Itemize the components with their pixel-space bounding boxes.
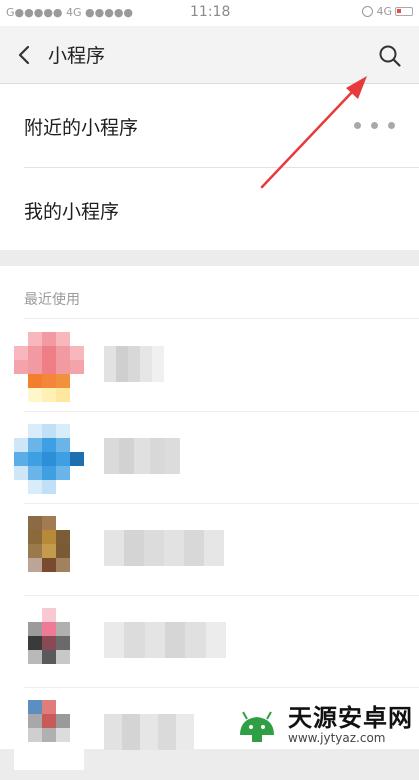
- watermark-title: 天源安卓网: [288, 704, 413, 732]
- my-mini-programs-label: 我的小程序: [24, 201, 120, 223]
- alarm-icon: [362, 6, 374, 17]
- status-right: 4G: [362, 5, 413, 18]
- app-icon-pixelated: [14, 424, 84, 494]
- recent-header: 最近使用: [24, 292, 80, 308]
- nearby-mini-programs-label: 附近的小程序: [24, 117, 139, 139]
- recent-app-item[interactable]: [0, 320, 419, 412]
- app-name-pixelated: [104, 714, 194, 750]
- navigation-bar: 小程序: [0, 26, 419, 84]
- recent-section: 最近使用: [0, 266, 419, 770]
- app-icon-pixelated: [14, 516, 84, 586]
- page-title: 小程序: [48, 45, 106, 67]
- divider: [24, 318, 419, 319]
- recent-app-item[interactable]: [0, 412, 419, 504]
- status-time: 11:18: [190, 4, 231, 20]
- network-type: 4G: [376, 5, 392, 18]
- app-name-pixelated: [104, 346, 164, 382]
- app-icon-pixelated: [14, 700, 84, 770]
- app-icon-pixelated: [14, 332, 84, 402]
- app-name-pixelated: [104, 438, 180, 474]
- more-dots-icon[interactable]: [354, 122, 395, 129]
- watermark-text: 天源安卓网 www.jytyaz.com: [288, 705, 413, 745]
- app-name-pixelated: [104, 530, 224, 566]
- nearby-mini-programs-row[interactable]: 附近的小程序: [0, 84, 419, 167]
- app-name-pixelated: [104, 622, 226, 658]
- search-icon[interactable]: [378, 44, 402, 68]
- status-bar: G●●●●● 4G ●●●●● 11:18 4G: [0, 0, 419, 26]
- watermark: 天源安卓网 www.jytyaz.com: [232, 705, 413, 745]
- watermark-url: www.jytyaz.com: [288, 731, 386, 745]
- menu-card: 附近的小程序 我的小程序: [0, 84, 419, 250]
- my-mini-programs-row[interactable]: 我的小程序: [0, 168, 419, 251]
- recent-app-item[interactable]: [0, 504, 419, 596]
- signal-indicator: G●●●●● 4G ●●●●●: [6, 6, 134, 19]
- chevron-left-icon[interactable]: [16, 45, 32, 65]
- android-logo-icon: [240, 711, 274, 742]
- battery-icon: [395, 7, 413, 16]
- recent-app-item[interactable]: [0, 596, 419, 688]
- app-icon-pixelated: [14, 608, 84, 678]
